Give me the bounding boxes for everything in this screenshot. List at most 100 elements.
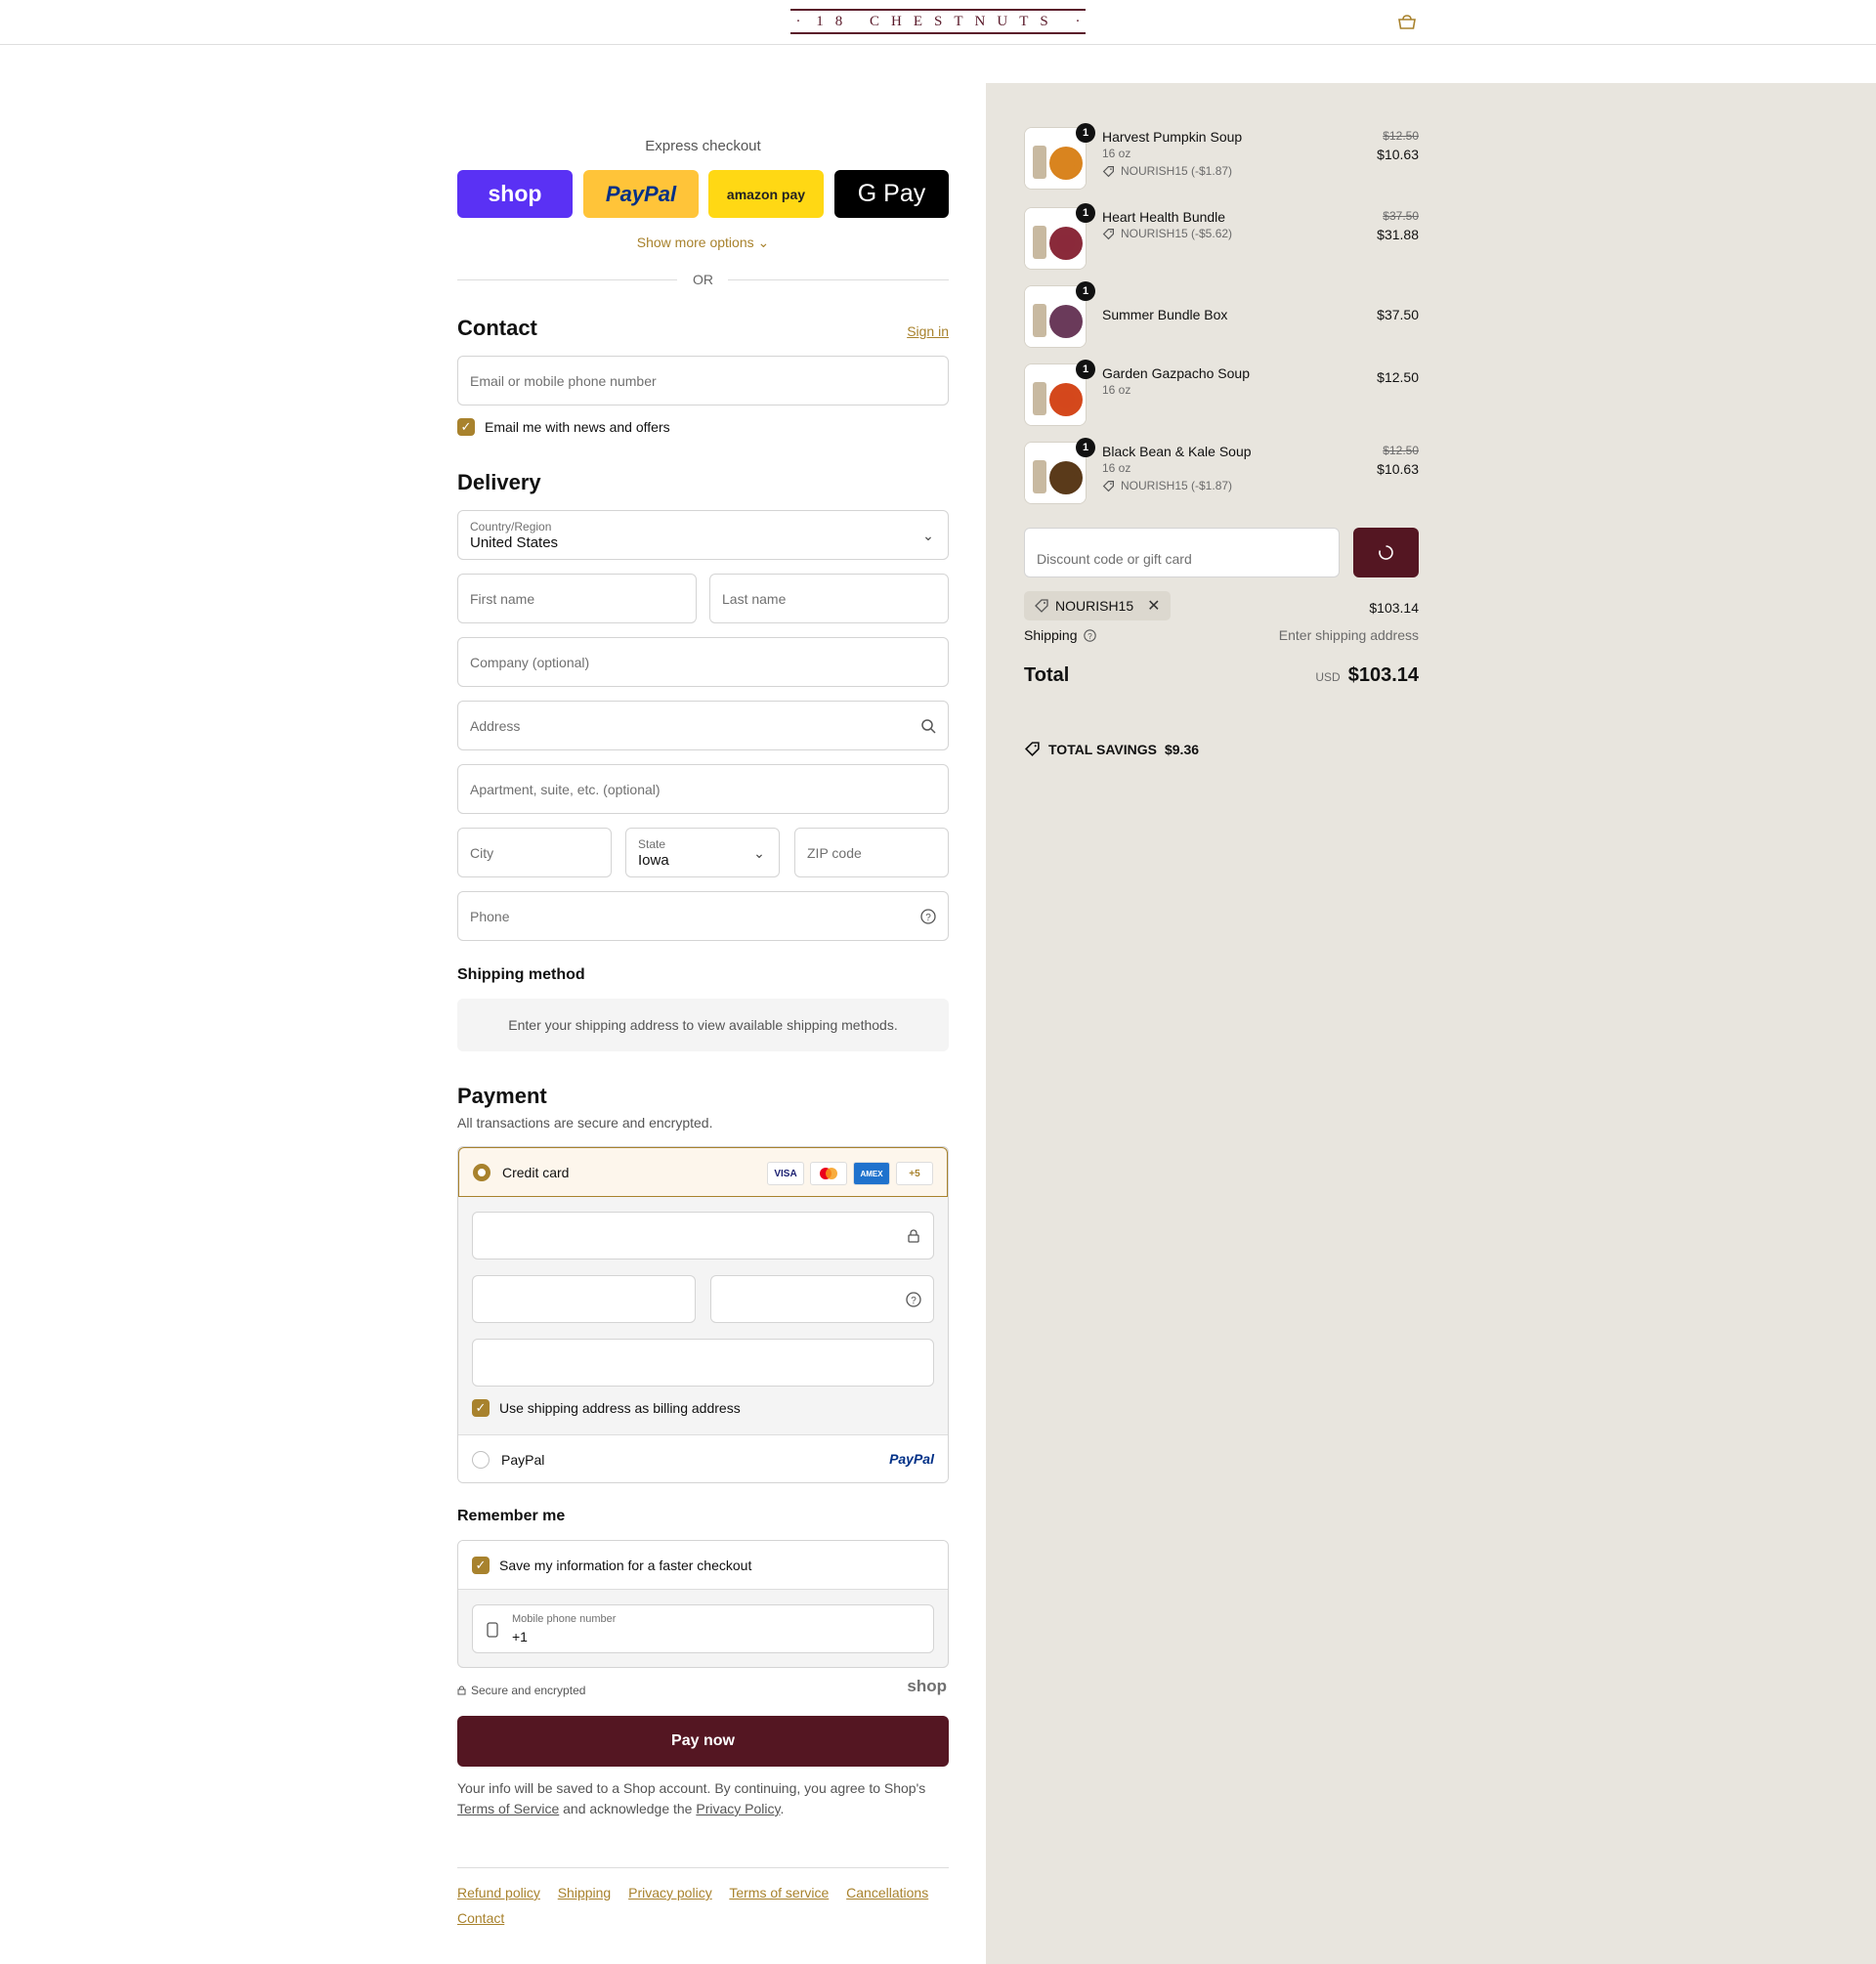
product-name: Black Bean & Kale Soup [1102,444,1252,459]
help-icon[interactable]: ? [906,1292,921,1307]
security-code-field[interactable]: ? [710,1275,934,1323]
cart-item: 1 Summer Bundle Box $37.50 [1024,281,1419,350]
total-savings: TOTAL SAVINGS $9.36 [1024,741,1199,757]
amazon-pay-button[interactable]: amazon pay [708,170,824,218]
header: · 18 CHESTNUTS · [0,0,1876,45]
shipping-label: Shipping [1024,627,1078,643]
checkbox-checked[interactable]: ✓ [472,1399,490,1417]
payment-options: Credit card VISA AMEX +5 ? ✓ Use shippin… [457,1146,949,1483]
radio-selected[interactable] [473,1163,490,1181]
refund-policy-link[interactable]: Refund policy [457,1885,540,1900]
remove-discount-icon[interactable]: ✕ [1147,596,1160,616]
phone-icon [487,1622,498,1638]
city-field[interactable]: City [457,828,612,877]
product-discount: NOURISH15 (-$1.87) [1102,479,1232,492]
shipping-method-info: Enter your shipping address to view avai… [457,999,949,1051]
total-value: $103.14 [1347,664,1419,686]
more-cards-badge: +5 [896,1162,933,1185]
apply-discount-button[interactable] [1353,528,1419,577]
total-label: Total [1024,664,1070,686]
apartment-field[interactable]: Apartment, suite, etc. (optional) [457,764,949,814]
privacy-policy-link[interactable]: Privacy Policy [696,1801,780,1816]
billing-checkbox-row[interactable]: ✓ Use shipping address as billing addres… [472,1399,741,1417]
quantity-badge: 1 [1076,203,1095,223]
sign-in-link[interactable]: Sign in [907,323,949,339]
logo[interactable]: · 18 CHESTNUTS · [790,9,1086,34]
pay-now-button[interactable]: Pay now [457,1716,949,1767]
news-checkbox-row[interactable]: ✓ Email me with news and offers [457,418,670,436]
footer-divider [457,1867,949,1868]
state-value: Iowa [638,851,669,869]
help-icon[interactable]: ? [1083,628,1096,642]
state-label: State [638,836,666,851]
tag-icon [1035,599,1048,613]
shop-pay-button[interactable]: shop [457,170,573,218]
cancellations-link[interactable]: Cancellations [846,1885,928,1900]
remember-me-box: ✓ Save my information for a faster check… [457,1540,949,1668]
address-field[interactable]: Address [457,701,949,750]
product-old-price: $37.50 [1383,209,1419,223]
privacy-policy-footer-link[interactable]: Privacy policy [628,1885,712,1900]
quantity-badge: 1 [1076,281,1095,301]
shipping-link[interactable]: Shipping [558,1885,612,1900]
search-icon [921,719,936,734]
terms-of-service-footer-link[interactable]: Terms of service [729,1885,829,1900]
product-name: Summer Bundle Box [1102,307,1228,322]
applied-discount-tag: NOURISH15 ✕ [1024,591,1171,620]
divider [728,279,949,280]
google-pay-button[interactable]: G Pay [834,170,949,218]
shipping-value: Enter shipping address [1278,627,1419,643]
remember-me-title: Remember me [457,1508,566,1524]
bag-icon[interactable] [1396,14,1418,31]
state-select[interactable]: State Iowa ⌄ [625,828,780,877]
save-info-row[interactable]: ✓ Save my information for a faster check… [458,1541,948,1590]
name-on-card-field[interactable] [472,1339,934,1387]
product-price: $37.50 [1377,307,1419,322]
shipping-method-title: Shipping method [457,966,585,983]
company-field[interactable]: Company (optional) [457,637,949,687]
product-price: $31.88 [1377,227,1419,242]
product-name: Garden Gazpacho Soup [1102,365,1250,381]
tag-icon [1102,165,1114,177]
amex-icon: AMEX [853,1162,890,1185]
contact-title: Contact [457,316,537,340]
last-name-field[interactable]: Last name [709,574,949,623]
zip-field[interactable]: ZIP code [794,828,949,877]
contact-link[interactable]: Contact [457,1910,504,1926]
discount-code-field[interactable]: Discount code or gift card [1024,528,1340,577]
quantity-badge: 1 [1076,360,1095,379]
terms-of-service-link[interactable]: Terms of Service [457,1801,559,1816]
tag-icon [1102,228,1114,239]
chevron-down-icon: ⌄ [753,845,765,861]
visa-icon: VISA [767,1162,804,1185]
country-select[interactable]: Country/Region United States ⌄ [457,510,949,560]
card-number-field[interactable] [472,1212,934,1260]
expiry-field[interactable] [472,1275,696,1323]
help-icon[interactable]: ? [920,909,936,924]
phone-field[interactable]: Phone ? [457,891,949,941]
product-discount: NOURISH15 (-$5.62) [1102,227,1232,240]
checkbox-checked[interactable]: ✓ [472,1556,490,1574]
first-name-field[interactable]: First name [457,574,697,623]
paypal-option[interactable]: PayPal PayPal [458,1434,948,1482]
show-more-options-link[interactable]: Show more options ⌄ [457,235,949,251]
payment-subtitle: All transactions are secure and encrypte… [457,1115,713,1131]
product-price: $10.63 [1377,147,1419,162]
delivery-title: Delivery [457,470,541,494]
savings-label: TOTAL SAVINGS [1048,741,1157,757]
paypal-express-button[interactable]: PayPal [583,170,699,218]
product-variant: 16 oz [1102,147,1131,160]
radio-unselected[interactable] [472,1451,490,1469]
product-discount: NOURISH15 (-$1.87) [1102,164,1232,178]
email-field[interactable]: Email or mobile phone number [457,356,949,406]
subtotal-value: $103.14 [1369,600,1419,616]
checkbox-checked[interactable]: ✓ [457,418,475,436]
mobile-phone-value: +1 [512,1629,528,1644]
mobile-phone-field[interactable]: Mobile phone number +1 [472,1604,934,1653]
credit-card-label: Credit card [502,1164,570,1180]
chevron-down-icon: ⌄ [757,235,770,250]
currency-label: USD [1315,670,1341,684]
tag-icon [1024,742,1040,757]
credit-card-option[interactable]: Credit card VISA AMEX +5 [458,1147,948,1197]
discount-code-label: NOURISH15 [1055,598,1134,614]
